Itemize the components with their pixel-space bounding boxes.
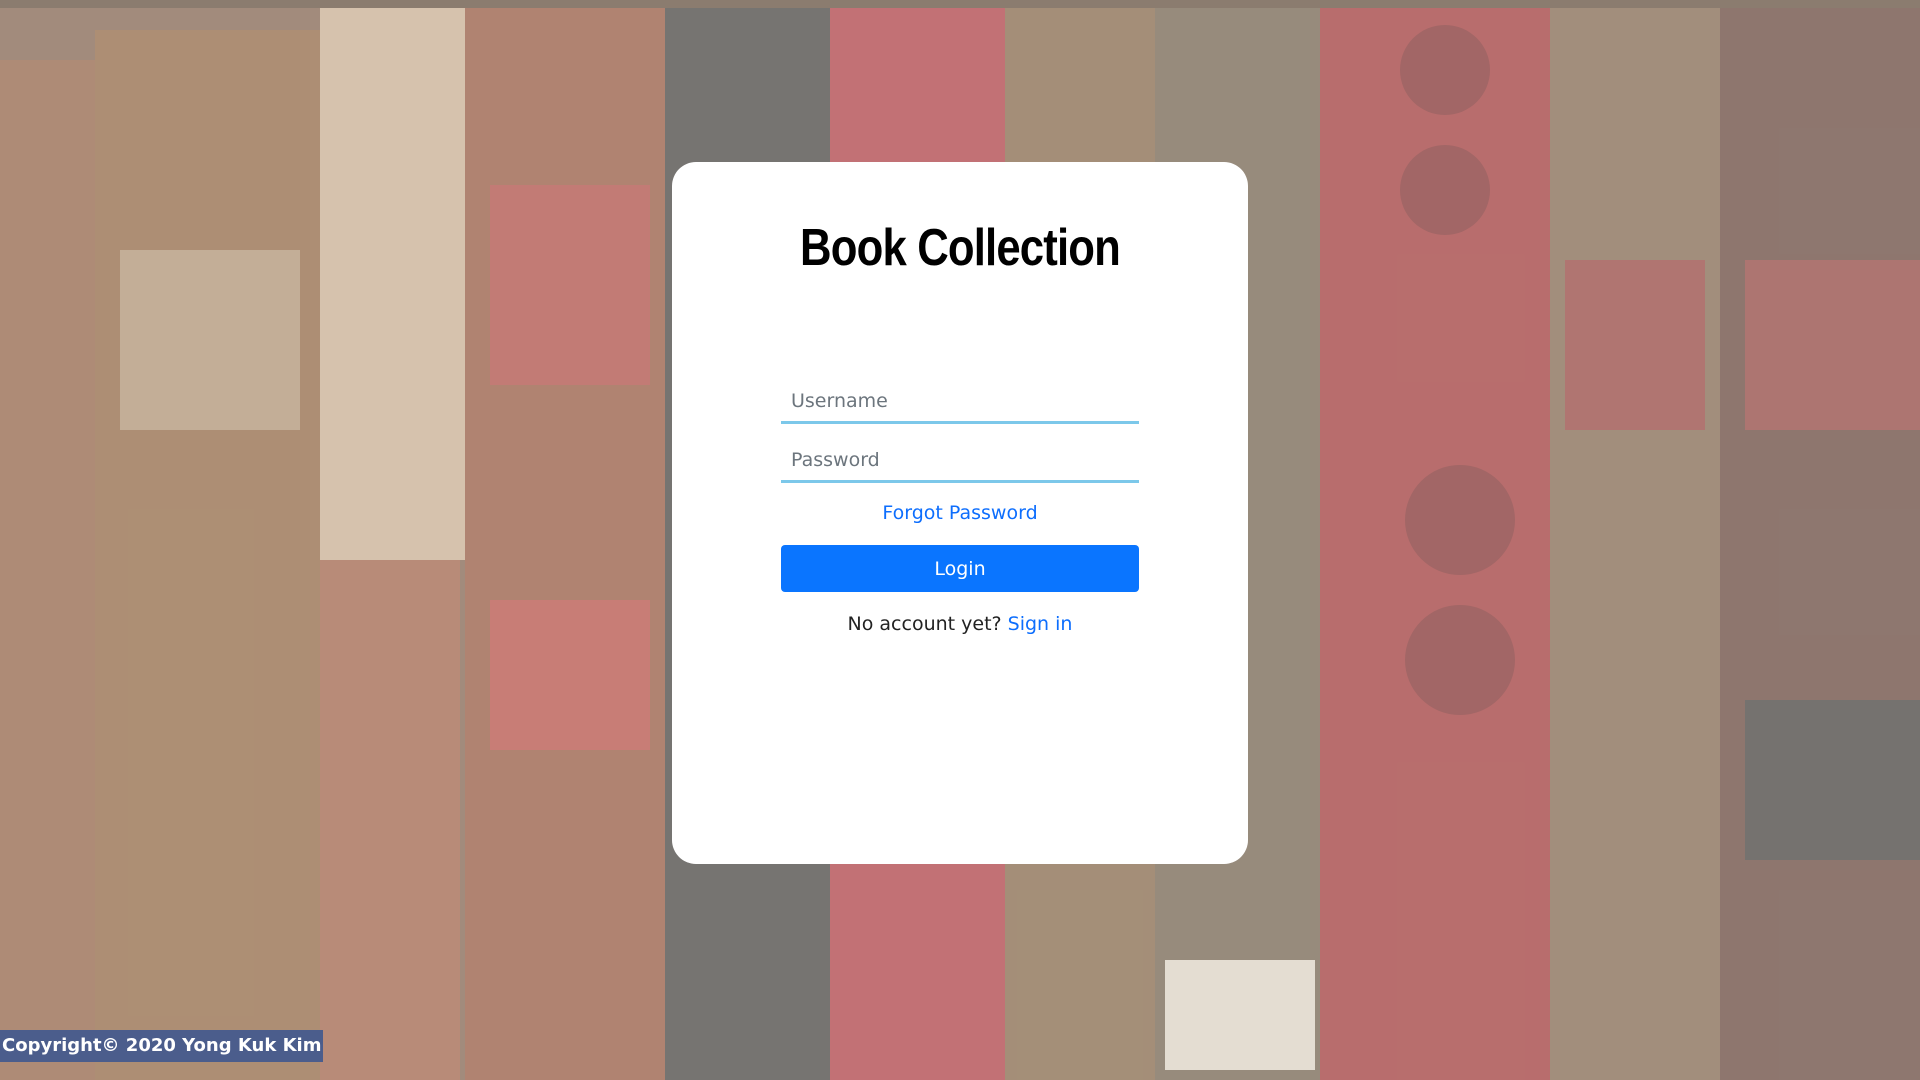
sign-in-link[interactable]: Sign in bbox=[1008, 613, 1073, 635]
copyright-footer: Copyright© 2020 Yong Kuk Kim bbox=[0, 1030, 324, 1062]
forgot-password-link[interactable]: Forgot Password bbox=[672, 502, 1248, 524]
signup-prompt: No account yet? Sign in bbox=[672, 613, 1248, 635]
page-title: Book Collection bbox=[800, 219, 1121, 277]
no-account-text: No account yet? bbox=[847, 613, 1008, 635]
password-input[interactable] bbox=[781, 439, 1139, 483]
login-card: Book Collection Forgot Password Login No… bbox=[672, 162, 1248, 864]
login-button[interactable]: Login bbox=[781, 545, 1139, 592]
username-input[interactable] bbox=[781, 380, 1139, 424]
